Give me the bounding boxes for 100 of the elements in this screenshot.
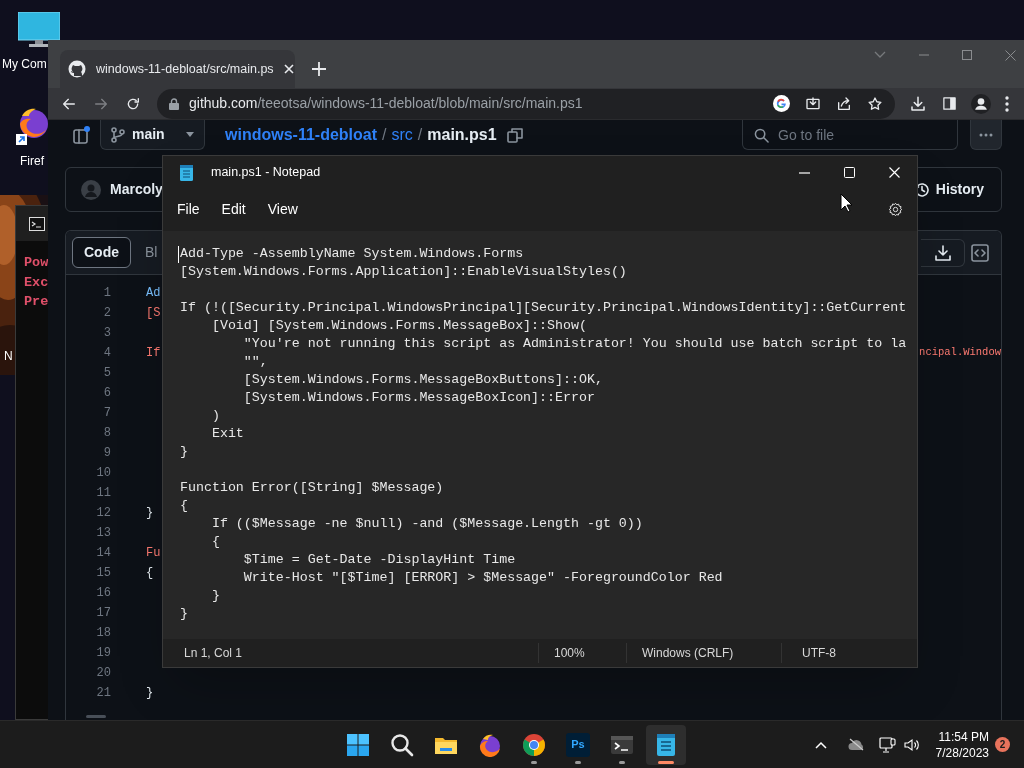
branch-button[interactable]: main [100,120,205,150]
url-text: github.com/teeotsa/windows-11-debloat/blob/main/src/main.ps1 [189,94,584,113]
line-number: 2 [102,305,111,322]
network-icon[interactable] [878,736,896,753]
search-icon [390,732,414,757]
desktop-icon-label[interactable]: Firef [20,154,44,169]
code-text: Fu [146,545,161,562]
scrollbar-thumb[interactable] [86,715,106,718]
line-number: 18 [95,625,111,642]
terminal-line: Exc [24,273,49,292]
view-tab[interactable]: Code [72,237,131,268]
cloud-off-icon[interactable] [847,738,865,751]
search-field[interactable]: Go to file [742,120,958,150]
g-logo-icon[interactable] [773,95,790,112]
notepad-icon [180,164,193,181]
text-area[interactable] [163,231,917,639]
text-line: } [180,605,189,623]
notification-badge[interactable]: 2 [995,737,1010,752]
line-number: 15 [95,565,111,582]
search-icon [754,128,769,143]
logo-icon [68,60,86,78]
sidebar-icon[interactable] [942,96,957,111]
text-line: Add-Type -AssemblyName System.Windows.Forms [180,245,525,263]
menu-item[interactable]: Edit [210,194,257,224]
caret-icon [186,132,194,137]
code-text: If [146,345,161,362]
chevron-up-icon[interactable] [814,740,827,749]
window-title: main.ps1 - Notepad [211,164,321,182]
code-text: } [146,505,154,522]
view-tab[interactable]: Bl [145,237,158,268]
line-number: 11 [95,485,111,502]
code-text: } [146,685,154,702]
path-separator: / [417,125,423,145]
start-icon [346,732,370,757]
volume-icon[interactable] [903,737,920,752]
taskbar-button[interactable]: Ps [558,724,598,765]
line-number: 10 [95,465,111,482]
address-bar[interactable]: github.com/teeotsa/windows-11-debloat/blob/main/src/main.ps1 [157,88,895,119]
file-tree-icon[interactable] [72,125,92,145]
text-line: Exit [210,425,245,443]
taskbar-button[interactable] [646,724,686,765]
line-number: 19 [95,645,111,662]
browser-tab[interactable]: windows-11-debloat/src/main.ps [60,50,295,88]
menu-item[interactable]: View [256,194,309,224]
file-name: main.ps1 [427,125,497,145]
text-line: If (!([Security.Principal.WindowsPrincipal][Security.Principal.WindowsIdentity]::GetCurrent [180,299,908,317]
author-name[interactable]: Marcoly [110,179,163,200]
desktop-icon-label[interactable]: N [4,349,13,364]
breadcrumb-link[interactable]: src [391,123,413,147]
text-line: } [180,443,189,461]
settings-icon[interactable] [888,201,903,217]
status-text: 100% [554,645,585,662]
copy-icon[interactable] [506,127,523,143]
text-cursor [178,246,179,263]
menu-item[interactable]: File [166,194,211,224]
line-number: 5 [102,365,111,382]
branch-icon [111,126,125,143]
desktop-icon-label[interactable]: My Com [2,57,47,72]
line-number: 3 [102,325,111,342]
new-tab-icon[interactable] [312,62,326,76]
text-line: [System.Windows.Forms.Application]::EnableVisualStyles() [180,263,628,281]
status-text: UTF-8 [802,645,836,662]
line-number: 8 [102,425,111,442]
star-icon[interactable] [867,95,883,112]
line-number: 21 [95,685,111,702]
line-number: 20 [95,665,111,682]
text-line: Write-Host "[$Time] [ERROR] > $Message" -ForegroundColor Red [242,569,724,587]
menu-icon[interactable] [1005,95,1009,112]
download-icon[interactable] [909,94,927,113]
text-line: If (($Message -ne $null) -and ($Message.Length -gt 0)) [210,515,644,533]
text-line: } [210,587,221,605]
reload-icon[interactable] [125,95,141,112]
code-text: ncipal.Window [919,345,1001,361]
text-line: { [180,497,189,515]
clock[interactable]: 11:54 PM 7/28/2023 [935,728,989,761]
breadcrumb-link[interactable]: windows-11-debloat [225,123,377,147]
pointer-icon [840,193,853,213]
terminal-line: Pre [24,293,49,311]
profile-icon[interactable] [971,93,991,114]
text-line: ) [210,407,221,425]
path-separator: / [382,125,387,145]
fox-globe-icon [14,106,48,146]
text-line: [Void] [System.Windows.Forms.MessageBox]::Show( [210,317,588,335]
ellipsis-icon [979,132,993,137]
download-button[interactable] [921,238,965,267]
text-line: "", [242,353,269,371]
text-line: [System.Windows.Forms.MessageBoxIcon]::Error [242,389,596,407]
share-icon[interactable] [836,95,852,112]
code-text: [S [146,305,161,322]
terminal-icon [29,216,45,231]
download-icon [934,244,951,261]
text-line: "You're not running this script as Administrator! You should use batch script to la [242,335,908,353]
text-line: $Time = Get-Date -DisplayHint Time [242,551,517,569]
fox-globe-icon [478,732,502,757]
code-icon[interactable] [971,243,989,262]
code-text: Ad [146,285,161,302]
line-number: 6 [102,385,111,402]
status-text: Windows (CRLF) [642,645,734,662]
install-icon[interactable] [805,95,821,112]
line-number: 4 [102,345,111,362]
